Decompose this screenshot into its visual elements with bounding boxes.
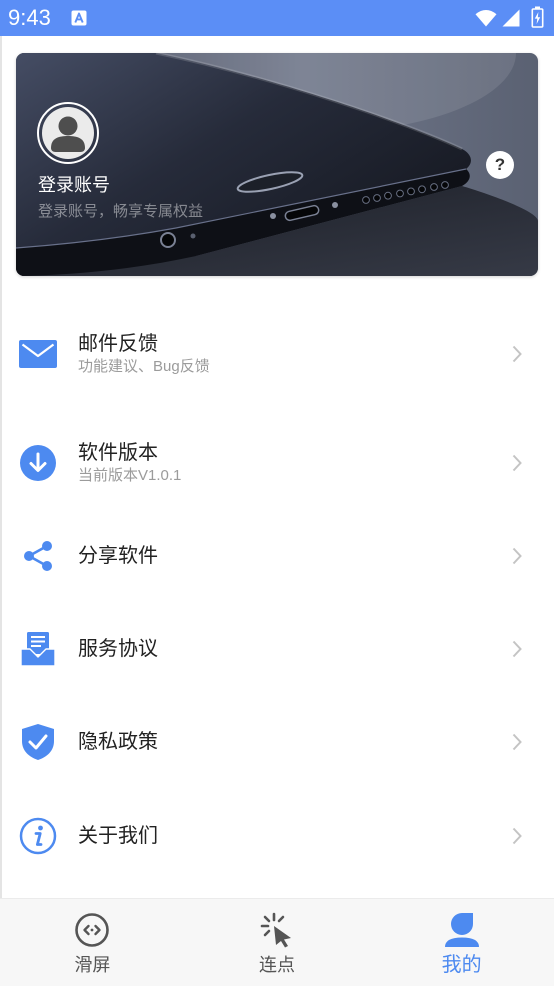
- profile-card: 登录账号 登录账号，畅享专属权益 ?: [16, 53, 538, 276]
- help-icon: ?: [494, 155, 506, 174]
- menu-item-text: 服务协议: [78, 637, 512, 661]
- battery-charging-icon: [531, 6, 544, 28]
- menu-item-about-us[interactable]: 关于我们: [0, 796, 554, 876]
- chevron-right-icon: [512, 733, 522, 751]
- tab-auto-click[interactable]: 连点: [185, 899, 370, 986]
- menu-item-share-app[interactable]: 分享软件: [0, 516, 554, 596]
- tab-swipe[interactable]: 滑屏: [0, 899, 185, 986]
- tab-label: 连点: [259, 955, 295, 975]
- shield-check-icon: [19, 723, 57, 761]
- code-circle-icon: [75, 913, 110, 947]
- menu-item-label: 软件版本: [78, 441, 158, 464]
- menu-item-label: 分享软件: [78, 545, 158, 567]
- menu-item-software-version[interactable]: 软件版本 当前版本V1.0.1: [0, 423, 554, 503]
- avatar-circle: [42, 107, 94, 159]
- mail-icon: [19, 335, 57, 373]
- download-icon: [19, 444, 57, 482]
- phone-headphone-jack: [160, 232, 176, 248]
- login-subtitle: 登录账号，畅享专属权益: [38, 203, 204, 220]
- menu-item-service-agreement[interactable]: 服务协议: [0, 609, 554, 689]
- share-icon: [19, 537, 57, 575]
- menu-item-privacy-policy[interactable]: 隐私政策: [0, 702, 554, 782]
- chevron-right-icon: [512, 827, 522, 845]
- chevron-right-icon: [512, 345, 522, 363]
- menu-item-text: 隐私政策: [78, 730, 512, 754]
- avatar-icon: [51, 116, 85, 152]
- tab-label: 滑屏: [74, 955, 111, 975]
- menu-item-subtitle: 功能建议、Bug反馈: [78, 357, 210, 375]
- avatar[interactable]: [37, 102, 99, 164]
- menu-item-text: 分享软件: [78, 544, 512, 568]
- menu-item-text: 关于我们: [78, 824, 512, 848]
- tab-label: 我的: [441, 954, 482, 976]
- wifi-icon: [475, 10, 497, 27]
- signal-icon: [502, 9, 520, 27]
- status-bar: 9:43: [0, 0, 554, 36]
- help-button[interactable]: ?: [486, 151, 514, 179]
- login-area[interactable]: 登录账号 登录账号，畅享专属权益: [37, 102, 277, 232]
- menu-item-mail-feedback[interactable]: 邮件反馈 功能建议、Bug反馈: [0, 314, 554, 394]
- person-icon: [444, 913, 479, 947]
- menu-item-label: 隐私政策: [78, 731, 158, 753]
- menu-item-label: 服务协议: [78, 638, 158, 660]
- login-title: 登录账号: [38, 175, 110, 195]
- menu-item-text: 邮件反馈 功能建议、Bug反馈: [78, 332, 512, 377]
- chevron-right-icon: [512, 640, 522, 658]
- chevron-right-icon: [512, 454, 522, 472]
- document-tray-icon: [19, 630, 57, 668]
- info-icon: [19, 817, 57, 855]
- keyboard-a-icon: [71, 10, 87, 26]
- menu-item-label: 邮件反馈: [78, 332, 158, 355]
- click-pointer-icon: [260, 912, 291, 948]
- bottom-nav: 滑屏 连点 我的: [0, 898, 554, 986]
- chevron-right-icon: [512, 547, 522, 565]
- menu-item-text: 软件版本 当前版本V1.0.1: [78, 441, 512, 486]
- menu-item-subtitle: 当前版本V1.0.1: [78, 466, 182, 484]
- menu-item-label: 关于我们: [78, 825, 158, 847]
- tab-mine[interactable]: 我的: [369, 899, 554, 986]
- status-time: 9:43: [8, 5, 51, 30]
